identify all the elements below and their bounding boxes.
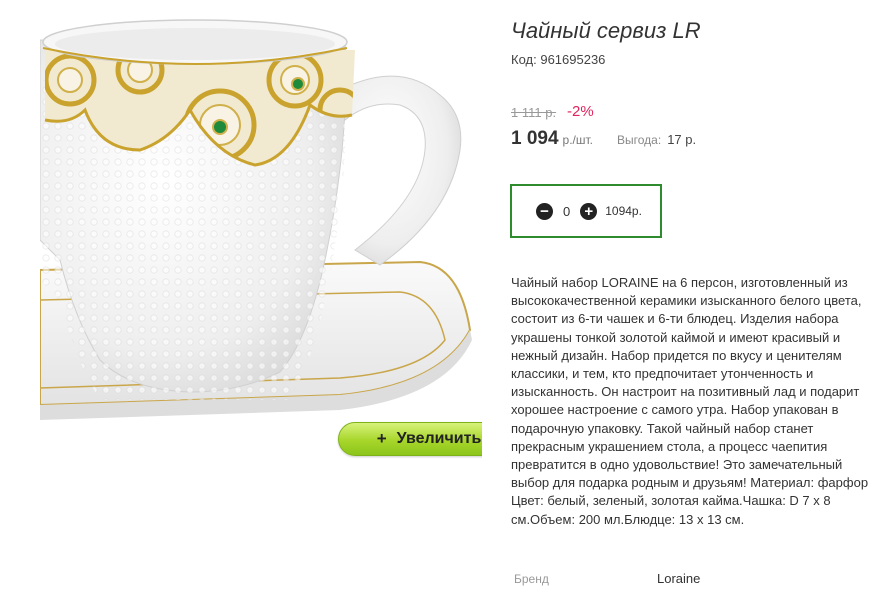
product-description: Чайный набор LORAINE на 6 персон, изгото… — [511, 275, 869, 527]
product-image[interactable]: + Увеличить — [40, 0, 482, 462]
price-row: 1 094 р./шт. Выгода: 17 р. — [511, 128, 696, 150]
cart-total: 1094р. — [605, 204, 642, 218]
old-price: 1 111 р. — [511, 105, 557, 120]
product-code: Код: 961695236 — [511, 52, 605, 67]
product-code-value: 961695236 — [540, 52, 606, 67]
plus-circle-icon[interactable]: + — [580, 202, 598, 220]
price-unit: р./шт. — [562, 133, 594, 147]
benefit-value: 17 р. — [667, 132, 697, 147]
zoom-button[interactable]: + Увеличить — [338, 422, 482, 456]
quantity-selector: − 0 + 1094р. — [510, 184, 662, 238]
teacup-illustration — [40, 19, 472, 420]
brand-value[interactable]: Loraine — [657, 571, 700, 586]
minus-circle-icon[interactable]: − — [536, 202, 553, 220]
brand-label: Бренд — [514, 572, 549, 586]
current-price: 1 094 — [511, 128, 559, 149]
plus-icon: + — [376, 429, 387, 448]
discount-badge: -2% — [567, 103, 594, 120]
product-code-label: Код: — [511, 52, 537, 67]
zoom-button-label: Увеличить — [396, 430, 482, 447]
quantity-value[interactable]: 0 — [563, 204, 570, 219]
benefit-label: Выгода: — [617, 133, 662, 147]
product-title: Чайный сервиз LR — [511, 18, 701, 43]
